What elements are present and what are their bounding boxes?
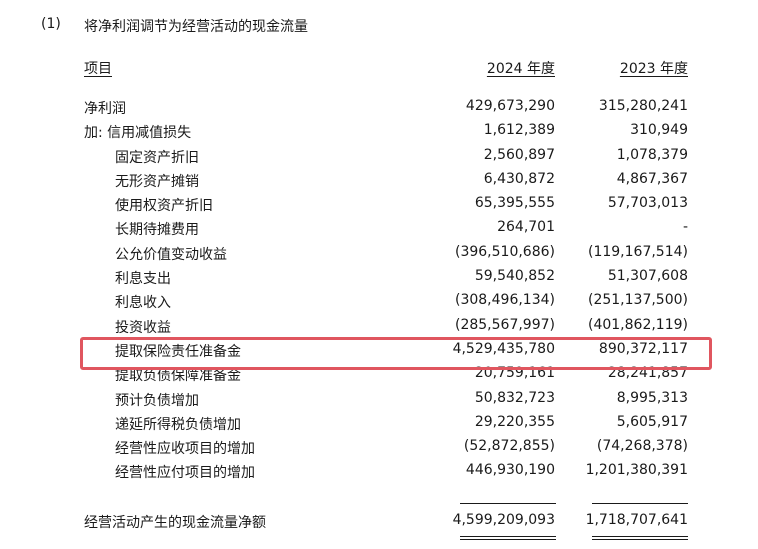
row-value-2024: (52,872,855): [463, 438, 555, 455]
table-row: 无形资产摊销 6,430,872 4,867,367: [0, 171, 758, 195]
row-value-2024: 2,560,897: [483, 146, 555, 163]
row-label: 加: 信用减值损失: [84, 125, 192, 142]
table-row: 递延所得税负债增加 29,220,355 5,605,917: [0, 414, 758, 438]
row-value-2023: -: [682, 219, 688, 236]
table-row: 提取负债保障准备金 20,759,161 28,241,857: [0, 365, 758, 389]
subtotal-rule-2024: [460, 503, 556, 504]
row-value-2023: 51,307,608: [607, 268, 688, 285]
row-label: 无形资产摊销: [115, 173, 199, 190]
row-label: 固定资产折旧: [115, 149, 199, 166]
subtotal-rule-2023: [592, 503, 688, 504]
row-value-2023: (401,862,119): [588, 316, 688, 333]
header-item: 项目: [84, 61, 112, 77]
row-label: 递延所得税负债增加: [115, 416, 241, 433]
table-row: 提取保险责任准备金 4,529,435,780 890,372,117: [0, 341, 758, 365]
row-value-2023: (251,137,500): [588, 292, 688, 309]
section-number: (1): [41, 16, 61, 32]
table-header: 项目 2024 年度 2023 年度: [0, 58, 758, 80]
row-value-2023: 1,201,380,391: [585, 462, 688, 479]
row-value-2023: 4,867,367: [616, 170, 688, 187]
row-value-2023: 8,995,313: [616, 389, 688, 406]
section-title: 将净利润调节为经营活动的现金流量: [84, 19, 308, 35]
row-label: 使用权资产折旧: [115, 198, 213, 215]
table-row: 净利润 429,673,290 315,280,241: [0, 98, 758, 122]
row-label: 利息收入: [115, 295, 171, 312]
total-double-rule-2023-a: [592, 536, 688, 537]
row-label: 经营性应收项目的增加: [115, 441, 255, 458]
row-value-2023: 1,078,379: [616, 146, 688, 163]
row-label: 利息支出: [115, 271, 171, 288]
row-label: 经营性应付项目的增加: [115, 465, 255, 482]
row-label: 净利润: [84, 101, 126, 117]
row-value-2023: 315,280,241: [598, 98, 688, 114]
table-row: 投资收益 (285,567,997) (401,862,119): [0, 317, 758, 341]
row-value-2023: 310,949: [630, 122, 688, 139]
total-double-rule-2023-b: [592, 539, 688, 540]
row-value-2024: (308,496,134): [455, 292, 555, 309]
row-value-2024: 429,673,290: [465, 98, 555, 114]
row-value-2024: 4,529,435,780: [452, 340, 555, 357]
table-row: 利息支出 59,540,852 51,307,608: [0, 268, 758, 292]
row-value-2023: 28,241,857: [607, 365, 688, 382]
row-value-2024: 29,220,355: [474, 413, 555, 430]
row-value-2024: 50,832,723: [474, 389, 555, 406]
row-label: 预计负债增加: [115, 392, 199, 409]
table-row: 固定资产折旧 2,560,897 1,078,379: [0, 147, 758, 171]
row-label: 提取保险责任准备金: [115, 343, 241, 360]
row-value-2024: (396,510,686): [455, 243, 555, 260]
row-label: 公允价值变动收益: [115, 246, 227, 263]
row-value-2023: 890,372,117: [598, 340, 688, 357]
row-value-2023: 57,703,013: [607, 195, 688, 212]
row-value-2024: 65,395,555: [474, 195, 555, 212]
row-label: 长期待摊费用: [115, 222, 199, 239]
table-row: 公允价值变动收益 (396,510,686) (119,167,514): [0, 244, 758, 268]
total-value-2024: 4,599,209,093: [452, 512, 555, 528]
row-value-2024: 59,540,852: [474, 268, 555, 285]
row-value-2023: (74,268,378): [596, 438, 688, 455]
table-row: 经营性应收项目的增加 (52,872,855) (74,268,378): [0, 438, 758, 462]
table-row: 加: 信用减值损失 1,612,389 310,949: [0, 122, 758, 146]
total-row: 经营活动产生的现金流量净额 4,599,209,093 1,718,707,64…: [0, 512, 758, 534]
table-row: 经营性应付项目的增加 446,930,190 1,201,380,391: [0, 462, 758, 486]
table-row: 利息收入 (308,496,134) (251,137,500): [0, 292, 758, 316]
table-row: 预计负债增加 50,832,723 8,995,313: [0, 390, 758, 414]
table-row: 长期待摊费用 264,701 -: [0, 219, 758, 243]
row-value-2023: (119,167,514): [588, 243, 688, 260]
row-value-2024: 6,430,872: [483, 170, 555, 187]
total-value-2023: 1,718,707,641: [585, 512, 688, 528]
row-label: 投资收益: [115, 319, 171, 336]
table-body: 净利润 429,673,290 315,280,241 加: 信用减值损失 1,612,…: [0, 98, 758, 487]
total-double-rule-2024-b: [460, 539, 556, 540]
row-value-2024: 264,701: [497, 219, 555, 236]
header-2023: 2023 年度: [619, 61, 688, 77]
total-double-rule-2024-a: [460, 536, 556, 537]
row-value-2024: 446,930,190: [465, 462, 555, 479]
total-label: 经营活动产生的现金流量净额: [84, 515, 266, 531]
row-value-2024: (285,567,997): [455, 316, 555, 333]
table-row: 使用权资产折旧 65,395,555 57,703,013: [0, 195, 758, 219]
header-2024: 2024 年度: [486, 61, 555, 77]
row-value-2024: 20,759,161: [474, 365, 555, 382]
row-label: 提取负债保障准备金: [115, 368, 241, 385]
row-value-2023: 5,605,917: [616, 413, 688, 430]
row-value-2024: 1,612,389: [483, 122, 555, 139]
